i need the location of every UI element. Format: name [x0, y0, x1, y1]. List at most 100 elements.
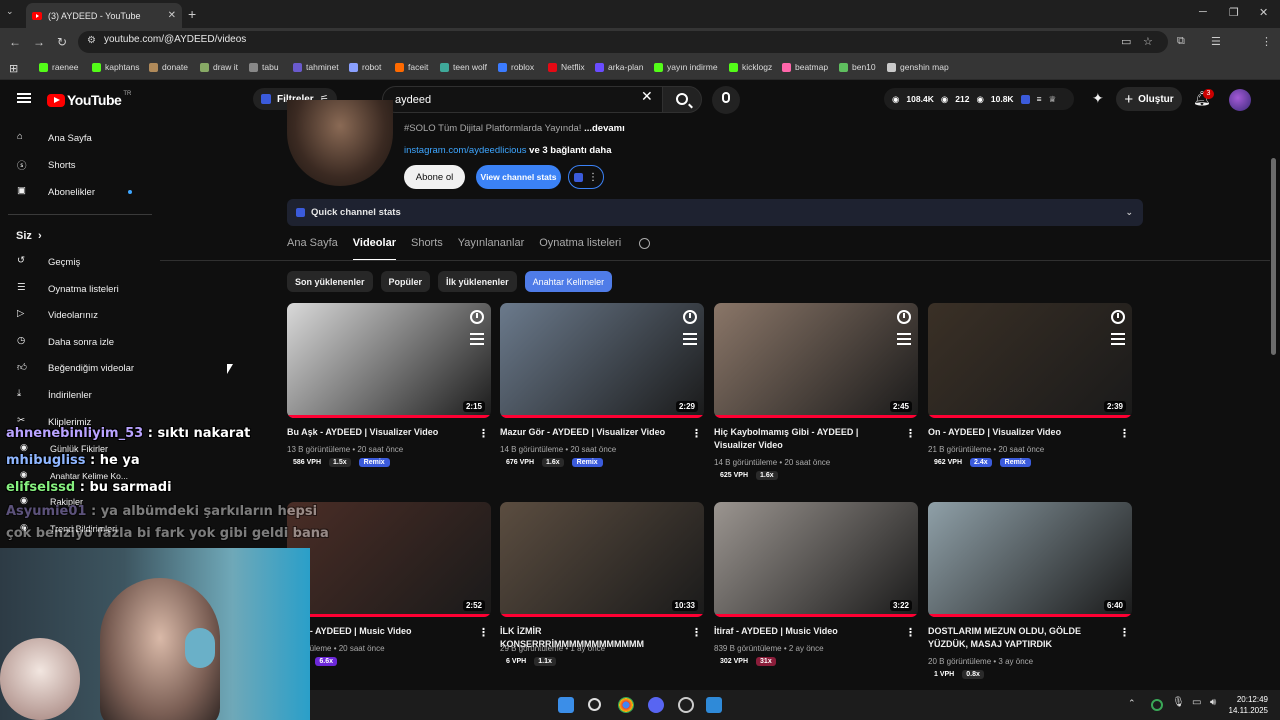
channel-search-icon[interactable] — [639, 238, 650, 249]
chevron-up-icon[interactable]: ⌃ — [1128, 698, 1138, 714]
subscribe-button[interactable]: Abone ol — [404, 165, 465, 189]
tab-search-icon[interactable]: ⌄ — [6, 6, 14, 17]
mic-icon[interactable]: 🎙︎ — [1172, 697, 1188, 713]
video-title[interactable]: İtiraf - AYDEED | Music Video — [714, 625, 899, 638]
watch-later-icon[interactable] — [897, 310, 911, 324]
more-vert-icon[interactable]: ⋮ — [691, 626, 702, 639]
tab-home[interactable]: Ana Sayfa — [287, 237, 338, 261]
more-vert-icon[interactable]: ⋮ — [478, 427, 489, 440]
new-tab-icon[interactable]: + — [188, 6, 196, 22]
video-card[interactable]: 3:22 İtiraf - AYDEED | Music Video ⋮ 839 B … — [714, 502, 918, 666]
channel-link[interactable]: instagram.com/aydeedlicious — [404, 145, 527, 156]
apps-grid-icon[interactable]: ⊞ — [9, 62, 18, 75]
video-title[interactable]: On - AYDEED | Visualizer Video — [928, 426, 1113, 439]
bookmark[interactable]: faceit — [395, 62, 428, 72]
volume-icon[interactable]: 🔊︎ — [1210, 697, 1226, 713]
channel-links[interactable]: instagram.com/aydeedlicious ve 3 bağlant… — [404, 145, 612, 156]
add-to-queue-icon[interactable] — [470, 333, 484, 345]
search-input[interactable] — [393, 93, 623, 107]
cast-icon[interactable]: ▭ — [1121, 35, 1131, 48]
bookmark[interactable]: yayın indirme — [654, 62, 718, 72]
avatar[interactable] — [1229, 89, 1251, 111]
menu-icon[interactable] — [17, 93, 31, 103]
browser-tab[interactable]: (3) AYDEED - YouTube ✕ — [26, 3, 182, 28]
bookmark[interactable]: donate — [149, 62, 188, 72]
bookmark[interactable]: draw it — [200, 62, 238, 72]
chip-keywords[interactable]: Anahtar Kelimeler — [524, 271, 613, 292]
video-thumbnail[interactable]: 2:52 — [287, 502, 491, 617]
bookmark-star-icon[interactable]: ☆ — [1143, 35, 1153, 48]
bookmark[interactable]: robot — [349, 62, 381, 72]
video-title[interactable]: Hiç Kaybolmamış Gibi - AYDEED | Visualiz… — [714, 426, 899, 452]
video-card[interactable]: 6:40 DOSTLARIM MEZUN OLDU, GÖLDE YÜZDÜK, … — [928, 502, 1132, 679]
watch-later-icon[interactable] — [683, 310, 697, 324]
tab-live[interactable]: Yayınlananlar — [458, 237, 524, 261]
sidebar-item-history[interactable]: ↺ Geçmiş — [0, 249, 160, 275]
chrome-menu-icon[interactable]: ⋮ — [1261, 35, 1272, 48]
video-title[interactable]: DOSTLARIM MEZUN OLDU, GÖLDE YÜZDÜK, MASA… — [928, 625, 1113, 651]
video-thumbnail[interactable]: 2:39 — [928, 303, 1132, 418]
video-card[interactable]: 2:15 Bu Aşk - AYDEED | Visualizer Video ⋮ 1… — [287, 303, 491, 467]
bookmark[interactable]: arka-plan — [595, 62, 643, 72]
video-card[interactable]: 2:45 Hiç Kaybolmamış Gibi - AYDEED | Visu… — [714, 303, 918, 480]
more-vert-icon[interactable]: ⋮ — [905, 427, 916, 440]
discord-icon[interactable] — [648, 697, 664, 713]
bookmark[interactable]: tabu — [249, 62, 279, 72]
sidebar-item-playlists[interactable]: ☰ Oynatma listeleri — [0, 276, 160, 302]
sidebar-item-liked[interactable]: 👍︎ Beğendiğim videolar — [0, 355, 160, 381]
bookmark[interactable]: beatmap — [782, 62, 828, 72]
channel-description[interactable]: #SOLO Tüm Dijital Platformlarda Yayında!… — [404, 123, 625, 134]
close-window-icon[interactable]: ✕ — [1259, 6, 1268, 19]
maximize-icon[interactable]: ❐ — [1229, 6, 1239, 19]
search-button[interactable] — [662, 86, 702, 113]
bookmark[interactable]: kaphtans — [92, 62, 140, 72]
back-icon[interactable]: ← — [9, 35, 21, 49]
system-clock[interactable]: 20:12:49 14.11.2025 — [1229, 694, 1268, 716]
video-card[interactable]: 2:39 On - AYDEED | Visualizer Video ⋮ 21 B … — [928, 303, 1132, 467]
bookmark[interactable]: Netflix — [548, 62, 585, 72]
youtube-logo[interactable]: YouTube TR — [47, 91, 131, 108]
video-thumbnail[interactable]: 2:15 — [287, 303, 491, 418]
bookmark[interactable]: roblox — [498, 62, 534, 72]
bookmark[interactable]: ben10 — [839, 62, 876, 72]
add-to-queue-icon[interactable] — [683, 333, 697, 345]
video-title[interactable]: Bu Aşk - AYDEED | Visualizer Video — [287, 426, 472, 439]
reload-icon[interactable]: ↻ — [57, 35, 67, 49]
reading-list-icon[interactable]: ☰ — [1211, 35, 1221, 48]
sidebar-item-subscriptions[interactable]: ▣ Abonelikler — [0, 179, 160, 205]
sidebar-item-home[interactable]: ⌂ Ana Sayfa — [0, 125, 160, 151]
more-vert-icon[interactable]: ⋮ — [1119, 626, 1130, 639]
video-thumbnail[interactable]: 3:22 — [714, 502, 918, 617]
watch-later-icon[interactable] — [470, 310, 484, 324]
tab-playlists[interactable]: Oynatma listeleri — [539, 237, 621, 261]
obs-icon[interactable] — [678, 697, 694, 713]
bookmark[interactable]: teen wolf — [440, 62, 487, 72]
url-text[interactable]: youtube.com/@AYDEED/videos — [104, 34, 246, 45]
page-scrollbar[interactable] — [1271, 158, 1276, 355]
bookmark[interactable]: genshin map — [887, 62, 949, 72]
video-card[interactable]: 2:29 Mazur Gör - AYDEED | Visualizer Vide… — [500, 303, 704, 467]
search-icon[interactable] — [588, 698, 601, 711]
channel-avatar[interactable] — [287, 100, 393, 186]
more-vert-icon[interactable]: ⋮ — [905, 626, 916, 639]
network-icon[interactable]: ▭ — [1192, 697, 1208, 713]
tab-videos[interactable]: Videolar — [352, 237, 396, 261]
chip-oldest[interactable]: İlk yüklenenler — [438, 271, 517, 292]
bookmark[interactable]: tahminet — [293, 62, 339, 72]
tray-icon[interactable] — [1151, 699, 1163, 711]
video-thumbnail[interactable]: 6:40 — [928, 502, 1132, 617]
video-card[interactable]: 10:33 İLK İZMİR KONSERRRİMMMMMMMMMMMM ⋮ 29 … — [500, 502, 704, 666]
forward-icon[interactable]: → — [33, 35, 45, 49]
add-to-queue-icon[interactable] — [897, 333, 911, 345]
video-thumbnail[interactable]: 2:45 — [714, 303, 918, 418]
extension-more-button[interactable]: ⋮ — [568, 165, 604, 189]
video-thumbnail[interactable]: 10:33 — [500, 502, 704, 617]
bookmark[interactable]: kicklogz — [729, 62, 772, 72]
video-thumbnail[interactable]: 2:29 — [500, 303, 704, 418]
quick-channel-stats[interactable]: Quick channel stats ⌄ — [287, 199, 1143, 226]
remix-badge[interactable]: Remix — [358, 458, 390, 467]
extension-logo-icon[interactable]: ✦ — [1092, 90, 1104, 107]
remix-badge[interactable]: Remix — [571, 458, 603, 467]
sidebar-section-you[interactable]: Siz › — [0, 223, 160, 249]
start-icon[interactable] — [558, 697, 574, 713]
